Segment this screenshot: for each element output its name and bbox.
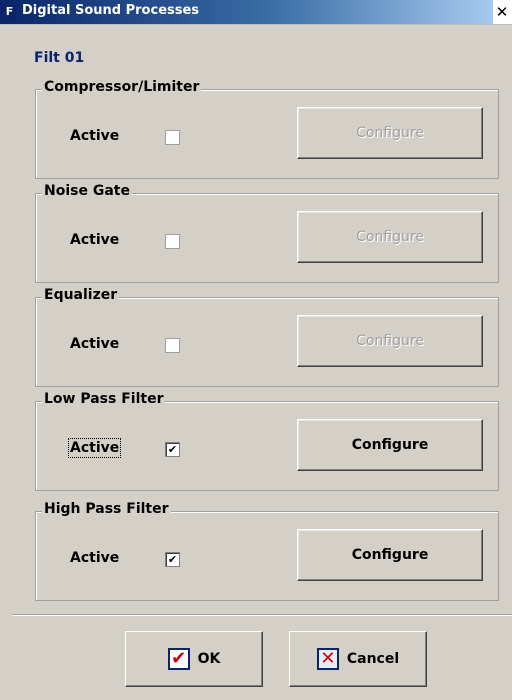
checkmark-icon: ✔ bbox=[167, 648, 190, 670]
cancel-label: Cancel bbox=[346, 651, 400, 667]
close-icon[interactable]: ✕ bbox=[494, 4, 510, 20]
active-label: Active bbox=[70, 550, 120, 566]
group-low-pass-filter: Low Pass Filter Active ✔ Configure bbox=[35, 391, 499, 491]
title-bar: F Digital Sound Processes ✕ bbox=[0, 0, 512, 25]
active-label: Active bbox=[70, 232, 120, 248]
footer-divider bbox=[12, 614, 512, 616]
window-title: Digital Sound Processes bbox=[22, 3, 200, 18]
active-label: Active bbox=[70, 336, 120, 352]
group-label: Noise Gate bbox=[42, 183, 132, 199]
group-equalizer: Equalizer Active Configure bbox=[35, 287, 499, 387]
group-label: High Pass Filter bbox=[42, 501, 171, 517]
configure-button[interactable]: Configure bbox=[297, 315, 483, 367]
filter-name: Filt 01 bbox=[34, 50, 85, 66]
active-checkbox[interactable]: ✔ bbox=[165, 552, 180, 567]
group-label: Low Pass Filter bbox=[42, 391, 166, 407]
cancel-button[interactable]: ✕ Cancel bbox=[289, 631, 427, 687]
configure-button[interactable]: Configure bbox=[297, 107, 483, 159]
group-label: Compressor/Limiter bbox=[42, 79, 202, 95]
configure-button[interactable]: Configure bbox=[297, 529, 483, 581]
app-icon: F bbox=[3, 5, 16, 19]
active-checkbox[interactable] bbox=[165, 130, 180, 145]
active-label: Active bbox=[67, 438, 122, 458]
group-compressor-limiter: Compressor/Limiter Active Configure bbox=[35, 79, 499, 179]
group-noise-gate: Noise Gate Active Configure bbox=[35, 183, 499, 283]
x-icon: ✕ bbox=[316, 648, 339, 670]
configure-button[interactable]: Configure bbox=[297, 419, 483, 471]
active-checkbox[interactable] bbox=[165, 338, 180, 353]
group-high-pass-filter: High Pass Filter Active ✔ Configure bbox=[35, 501, 499, 601]
active-checkbox[interactable]: ✔ bbox=[165, 442, 180, 457]
active-checkbox[interactable] bbox=[165, 234, 180, 249]
ok-button[interactable]: ✔ OK bbox=[125, 631, 263, 687]
configure-button[interactable]: Configure bbox=[297, 211, 483, 263]
ok-label: OK bbox=[197, 651, 221, 667]
group-label: Equalizer bbox=[42, 287, 120, 303]
active-label: Active bbox=[70, 128, 120, 144]
